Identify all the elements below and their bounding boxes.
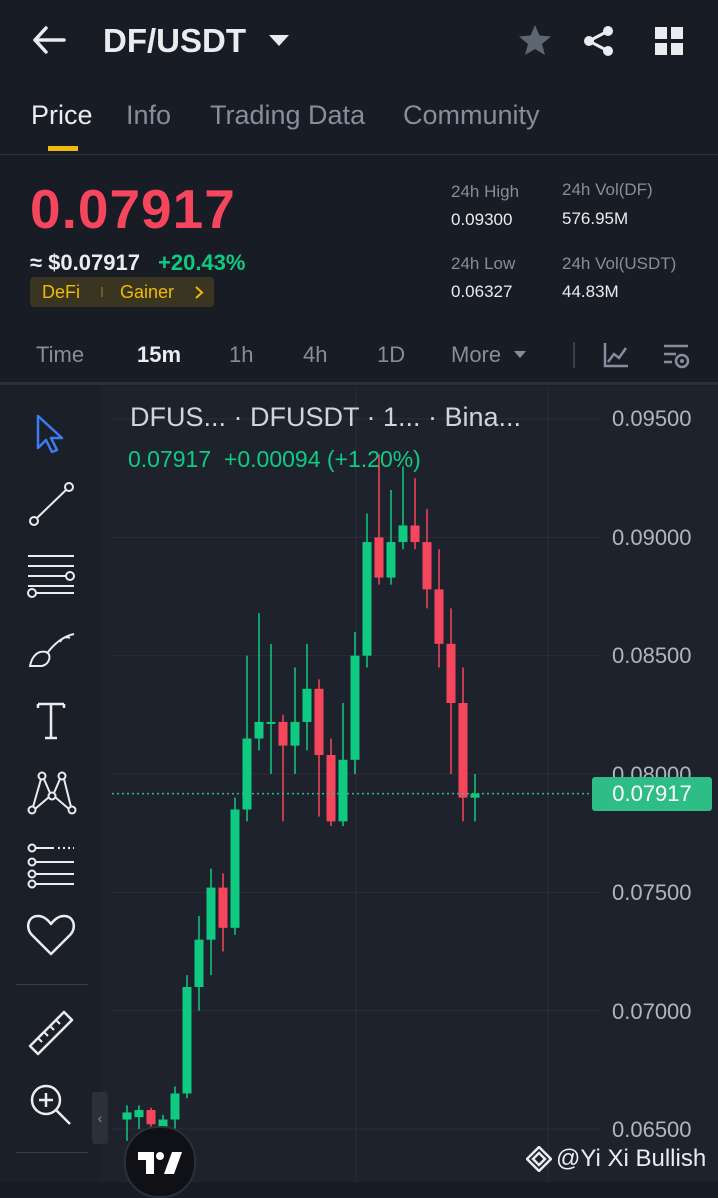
high-value: 0.09300 [451, 210, 513, 229]
candle-body [254, 721, 264, 739]
low-label: 24h Low [451, 254, 516, 273]
candle-body [338, 759, 348, 822]
favorite-heart-icon[interactable] [24, 908, 78, 962]
tf-1h[interactable]: 1h [229, 342, 253, 368]
tag-defi[interactable]: DeFi [42, 282, 80, 303]
timeframe-bar: Time 15m 1h 4h 1D More [0, 330, 718, 385]
candle-body [278, 721, 288, 746]
star-icon[interactable] [518, 24, 552, 56]
candle-body [398, 525, 408, 543]
candle-body [374, 537, 384, 578]
candle-body [266, 721, 276, 724]
watermark: @Yi Xi Bullish [556, 1145, 707, 1172]
collapse-toolbar-handle[interactable]: ‹ [92, 1092, 108, 1144]
tab-info[interactable]: Info [126, 100, 171, 131]
candle-body [302, 688, 312, 722]
candle-body [206, 887, 216, 940]
candle-body [290, 721, 300, 746]
zoom-in-icon[interactable] [24, 1078, 78, 1132]
candle-body [242, 738, 252, 810]
vol-df-label: 24h Vol(DF) [562, 180, 653, 199]
share-icon[interactable] [582, 24, 616, 58]
candle-body [194, 939, 204, 987]
caret-down-icon[interactable] [268, 34, 290, 48]
tab-price[interactable]: Price [31, 100, 93, 131]
last-price-badge: 0.07917 [592, 776, 712, 811]
candle-body [434, 589, 444, 644]
candle-body [350, 655, 360, 760]
trendline-icon[interactable] [24, 478, 78, 532]
price-tick: 0.07000 [612, 999, 692, 1024]
tag-gainer[interactable]: Gainer [120, 282, 174, 303]
candle-body [386, 542, 396, 578]
candle-body [122, 1112, 132, 1120]
price-tick: 0.09000 [612, 525, 692, 550]
toolbar-divider [16, 1152, 88, 1153]
tf-1d[interactable]: 1D [377, 342, 405, 368]
tf-more[interactable]: More [451, 342, 501, 368]
binance-logo-icon [526, 1146, 552, 1172]
price-tick: 0.06500 [612, 1117, 692, 1142]
candle-body [422, 542, 432, 590]
cursor-icon[interactable] [24, 408, 78, 462]
section-tabs: Price Info Trading Data Community [0, 84, 718, 155]
text-icon[interactable] [24, 694, 78, 748]
vol-usdt-label: 24h Vol(USDT) [562, 254, 677, 273]
usd-price: ≈ $0.07917 [30, 250, 140, 275]
caret-down-icon[interactable] [513, 350, 527, 359]
candle-body [218, 887, 228, 928]
price-change: +20.43% [158, 250, 246, 275]
top-bar: DF/USDT [0, 0, 718, 84]
tab-trading-data[interactable]: Trading Data [210, 100, 365, 131]
grid-icon[interactable] [654, 26, 684, 56]
tag-group[interactable]: DeFi Gainer [30, 277, 214, 307]
low-value: 0.06327 [451, 282, 513, 301]
tf-4h[interactable]: 4h [303, 342, 327, 368]
drawing-toolbar [0, 386, 100, 1182]
vol-usdt-value: 44.83M [562, 282, 619, 301]
tf-15m[interactable]: 15m [137, 342, 181, 368]
ohlc-readout: 0.07917 +0.00094 (+1.20%) [128, 446, 421, 472]
price-tick: 0.08500 [612, 643, 692, 668]
last-price: 0.07917 [30, 178, 236, 240]
chart-title: DFUS... · DFUSDT · 1... · Bina... [130, 402, 522, 432]
tradingview-logo-icon [138, 1152, 182, 1174]
price-summary: 0.07917 ≈ $0.07917 +20.43% DeFi Gainer 2… [0, 155, 718, 325]
tab-community[interactable]: Community [403, 100, 540, 131]
pattern-icon[interactable] [24, 766, 78, 820]
candle-body [230, 809, 240, 928]
back-arrow-icon[interactable] [32, 26, 66, 54]
price-tick: 0.07500 [612, 880, 692, 905]
active-tab-indicator [48, 146, 78, 151]
fib-icon[interactable] [24, 838, 78, 892]
candle-body [458, 703, 468, 798]
candle-body [410, 525, 420, 543]
candle-body [182, 987, 192, 1094]
tf-time[interactable]: Time [36, 342, 84, 368]
horizontal-lines-icon[interactable] [24, 548, 78, 602]
price-tick: 0.09500 [612, 406, 692, 431]
candle-body [134, 1110, 144, 1118]
indicator-icon[interactable] [603, 342, 629, 368]
tradingview-logo[interactable] [124, 1126, 196, 1198]
candle-body [446, 643, 456, 703]
toolbar-divider [16, 984, 88, 985]
chevron-right-icon [195, 286, 204, 299]
candle-body [314, 688, 324, 756]
tag-divider [101, 287, 103, 297]
brush-icon[interactable] [24, 622, 78, 676]
candle-body [326, 755, 336, 822]
candle-body [170, 1093, 180, 1120]
candle-body [362, 542, 372, 656]
vol-df-value: 576.95M [562, 209, 629, 228]
high-label: 24h High [451, 182, 520, 201]
chart-settings-icon[interactable] [662, 342, 690, 370]
candle-body [146, 1110, 156, 1125]
pair-title[interactable]: DF/USDT [103, 22, 246, 60]
price-chart[interactable]: DFUS... · DFUSDT · 1... · Bina... 0.0791… [92, 386, 718, 1198]
ruler-icon[interactable] [24, 1006, 78, 1060]
divider [573, 342, 575, 368]
